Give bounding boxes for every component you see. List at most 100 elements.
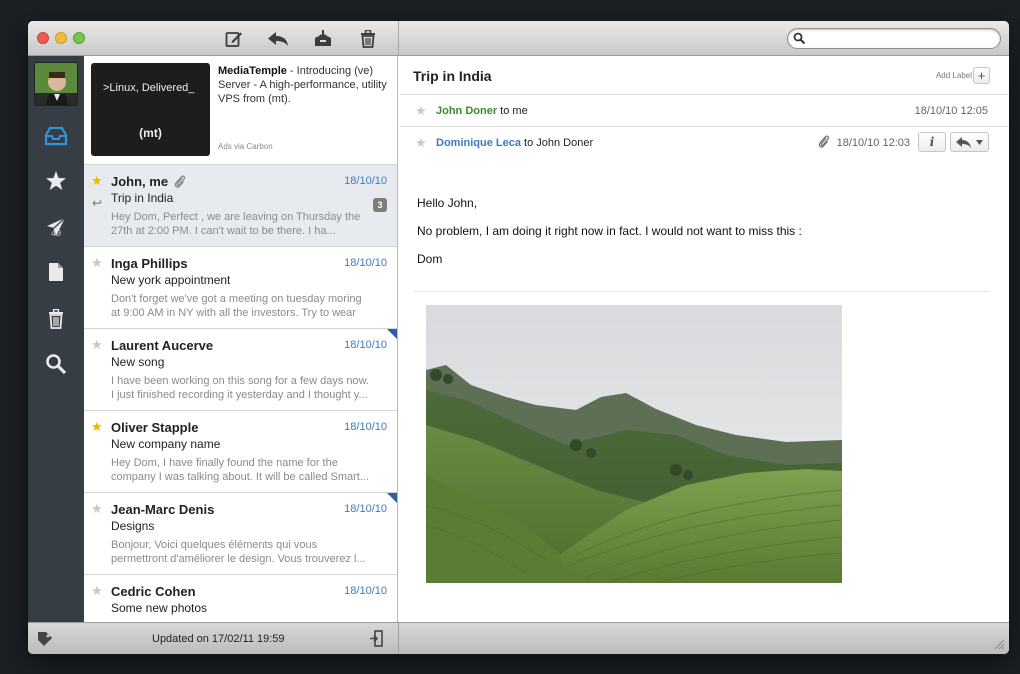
message-subject: New york appointment: [111, 273, 231, 287]
attached-photo[interactable]: [426, 305, 842, 583]
title-bar: [28, 21, 1009, 56]
search-field[interactable]: [787, 28, 1001, 49]
message-subject: New company name: [111, 437, 221, 451]
message-row[interactable]: ★ Cedric Cohen 18/10/10 Some new photos: [84, 575, 397, 622]
message-date: 18/10/10: [344, 175, 387, 187]
add-label-link[interactable]: Add Label: [936, 71, 972, 80]
message-body-line: No problem, I am doing it right now in f…: [417, 224, 802, 238]
reply-menu-button[interactable]: [950, 132, 989, 152]
unread-corner-flag: [387, 329, 397, 340]
toolbar-divider: [398, 21, 399, 56]
star-icon[interactable]: ★: [91, 501, 103, 517]
paperclip-icon: [818, 135, 830, 148]
star-icon[interactable]: ★: [415, 103, 427, 119]
sidebar-item-inbox[interactable]: [28, 121, 84, 151]
message-date: 18/10/10: [344, 503, 387, 515]
paperclip-icon: [174, 175, 186, 188]
carbon-ad[interactable]: >Linux, Delivered_ (mt) MediaTemple - In…: [84, 56, 397, 165]
close-window-button[interactable]: [37, 32, 49, 44]
ad-image-logo: (mt): [139, 126, 162, 140]
star-icon[interactable]: ★: [91, 419, 103, 435]
drafts-icon: [49, 263, 63, 281]
ad-image[interactable]: >Linux, Delivered_ (mt): [91, 63, 210, 156]
zoom-window-button[interactable]: [73, 32, 85, 44]
unread-corner-flag: [387, 493, 397, 504]
archive-button[interactable]: [310, 27, 336, 51]
message-date: 18/10/10 12:05: [914, 105, 988, 117]
message-sender: Laurent Aucerve: [111, 338, 214, 353]
resize-grip-icon[interactable]: [994, 639, 1005, 650]
star-icon: [46, 171, 66, 190]
message-row[interactable]: ★ Jean-Marc Denis 18/10/10 Designs Bonjo…: [84, 493, 397, 575]
add-label-button[interactable]: +: [973, 67, 990, 84]
chevron-down-icon: [976, 140, 983, 145]
message-preview: I have been working on this song for a f…: [111, 375, 370, 401]
thread-count-badge: 3: [373, 198, 387, 212]
message-date: 18/10/10: [344, 421, 387, 433]
sidebar-item-search[interactable]: [28, 349, 84, 379]
message-subject: Trip in India: [111, 191, 174, 205]
sidebar-item-sent[interactable]: [28, 212, 84, 242]
message-preview: Don't forget we've got a meeting on tues…: [111, 293, 362, 319]
sidebar: 49: [28, 56, 84, 622]
attachment-divider: [413, 291, 989, 292]
message-sender: Jean-Marc Denis: [111, 502, 215, 517]
thread-header: Trip in India Add Label +: [399, 56, 1009, 95]
delete-button[interactable]: [355, 27, 381, 51]
sent-icon: [47, 217, 66, 236]
sign-out-icon[interactable]: [369, 630, 383, 647]
sender-name[interactable]: John Doner: [436, 105, 497, 117]
reply-icon: [956, 137, 971, 148]
message-preview: Hey Dom, I have finally found the name f…: [111, 457, 370, 483]
recipient-text: to John Doner: [520, 137, 594, 149]
recipient-text: to me: [497, 105, 528, 117]
sender-name[interactable]: Dominique Leca: [436, 137, 521, 149]
sidebar-item-drafts[interactable]: [28, 257, 84, 287]
message-body-line: Hello John,: [417, 196, 478, 210]
message-date: 18/10/10: [344, 585, 387, 597]
star-icon[interactable]: ★: [415, 135, 427, 151]
reply-button[interactable]: [265, 27, 291, 51]
message-row[interactable]: ★ Inga Phillips 18/10/10 New york appoin…: [84, 247, 397, 329]
info-button[interactable]: i: [918, 132, 946, 152]
tag-icon[interactable]: [37, 631, 54, 646]
star-icon[interactable]: ★: [91, 583, 103, 599]
search-input[interactable]: [810, 31, 995, 46]
ad-image-tagline: >Linux, Delivered_: [103, 82, 195, 94]
compose-icon: [225, 32, 242, 47]
sidebar-item-trash[interactable]: [28, 304, 84, 334]
replied-icon: ↩: [92, 196, 103, 210]
thread-message-expanded: ★ Dominique Leca to John Doner 18/10/10 …: [399, 127, 1009, 159]
message-row[interactable]: ★ John, me 18/10/10 ↩ Trip in India 3 He…: [84, 165, 397, 247]
message-date: 18/10/10: [344, 339, 387, 351]
avatar[interactable]: [34, 62, 78, 106]
star-icon[interactable]: ★: [91, 173, 103, 189]
message-list: >Linux, Delivered_ (mt) MediaTemple - In…: [84, 56, 398, 622]
message-header: John Doner to me: [436, 105, 528, 117]
message-row[interactable]: ★ Laurent Aucerve 18/10/10 New song I ha…: [84, 329, 397, 411]
star-icon[interactable]: ★: [91, 255, 103, 271]
status-bar-divider: [398, 623, 399, 654]
compose-button[interactable]: [221, 27, 247, 51]
message-date: 18/10/10: [344, 257, 387, 269]
sidebar-item-starred[interactable]: [28, 166, 84, 196]
status-bar: Updated on 17/02/11 19:59: [28, 622, 1009, 654]
message-sender: Inga Phillips: [111, 256, 188, 271]
message-subject: Some new photos: [111, 601, 208, 615]
star-icon[interactable]: ★: [91, 337, 103, 353]
last-updated-text: Updated on 17/02/11 19:59: [152, 633, 285, 645]
message-date: 18/10/10 12:03: [836, 137, 910, 149]
message-preview: Bonjour, Voici quelques éléments qui vou…: [111, 539, 366, 565]
message-sender: Cedric Cohen: [111, 584, 196, 599]
inbox-icon: [44, 126, 68, 146]
ad-via-label[interactable]: Ads via Carbon: [218, 142, 273, 151]
minimize-window-button[interactable]: [55, 32, 67, 44]
search-icon: [46, 354, 67, 375]
message-preview: Hey Dom, Perfect , we are leaving on Thu…: [111, 211, 361, 237]
trash-icon: [49, 309, 63, 329]
ad-text[interactable]: MediaTemple - Introducing (ve) Server - …: [218, 64, 388, 106]
message-row[interactable]: ★ Oliver Stapple 18/10/10 New company na…: [84, 411, 397, 493]
message-subject: New song: [111, 355, 165, 369]
thread-message-collapsed[interactable]: ★ John Doner to me 18/10/10 12:05: [399, 95, 1009, 127]
reply-icon: [268, 32, 288, 46]
